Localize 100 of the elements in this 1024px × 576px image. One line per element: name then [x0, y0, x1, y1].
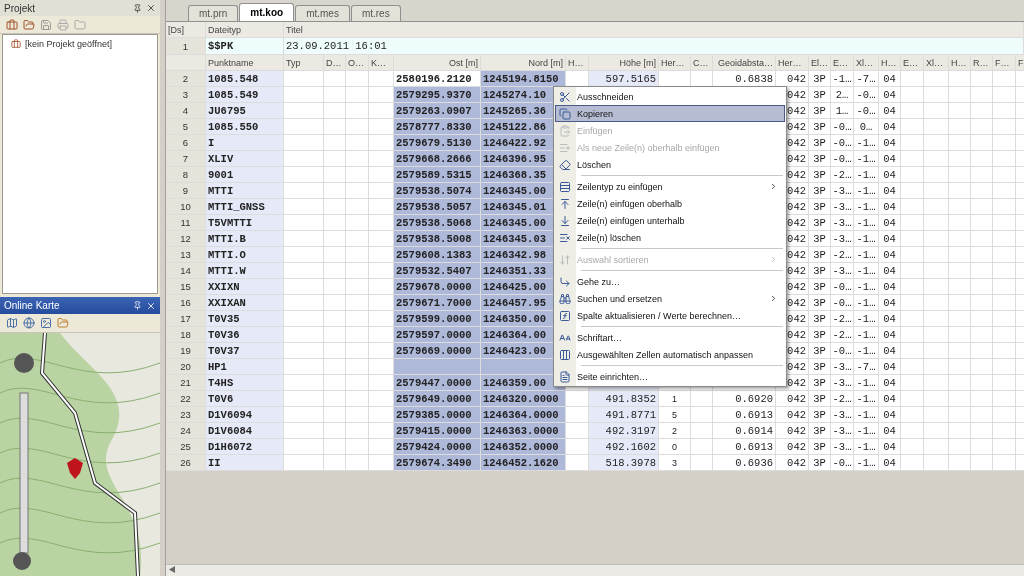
- row-number: 9: [166, 183, 206, 199]
- delete-rows-icon: [559, 231, 571, 244]
- folder-icon[interactable]: [23, 18, 35, 31]
- pin-icon[interactable]: [133, 301, 142, 310]
- table-cell: 3P: [809, 183, 831, 199]
- table-cell: 3P: [809, 327, 831, 343]
- column-header[interactable]: Nord [m]: [481, 55, 566, 71]
- font-size-icon: [559, 331, 571, 344]
- scroll-left-icon[interactable]: [169, 566, 175, 573]
- table-cell: -1…: [854, 231, 879, 247]
- folder-icon[interactable]: [57, 317, 69, 329]
- column-header[interactable]: Xl…: [924, 55, 949, 71]
- table-cell: -0…: [831, 343, 854, 359]
- column-header[interactable]: H…: [949, 55, 971, 71]
- table-cell: 1085.549: [206, 87, 284, 103]
- table-cell: 042: [776, 455, 809, 471]
- column-header[interactable]: E…: [831, 55, 854, 71]
- table-cell: D1V6084: [206, 423, 284, 439]
- save-icon[interactable]: [40, 18, 52, 31]
- table-cell: 04: [879, 263, 901, 279]
- table-cell: 2579295.9370: [394, 87, 481, 103]
- table-cell: -2…: [831, 247, 854, 263]
- file-tab[interactable]: mt.mes: [295, 5, 350, 21]
- globe-icon[interactable]: [23, 317, 35, 329]
- close-icon[interactable]: [146, 3, 156, 14]
- column-header[interactable]: E…: [901, 55, 924, 71]
- table-cell: XXIXN: [206, 279, 284, 295]
- column-header[interactable]: El…: [809, 55, 831, 71]
- table-cell: -1…: [854, 407, 879, 423]
- table-cell: -0…: [831, 279, 854, 295]
- insert-below-icon: [559, 214, 571, 227]
- column-header[interactable]: Höhe [m]: [589, 55, 659, 71]
- table-cell: 0: [659, 439, 691, 455]
- table-cell: -2…: [831, 327, 854, 343]
- table-cell: -1…: [854, 423, 879, 439]
- table-cell: 04: [879, 455, 901, 471]
- printer-icon[interactable]: [57, 18, 69, 31]
- table-cell: -1…: [854, 439, 879, 455]
- table-cell: 04: [879, 215, 901, 231]
- briefcase-icon: [11, 39, 21, 50]
- column-header[interactable]: F…: [993, 55, 1016, 71]
- column-header[interactable]: Punktname: [206, 55, 284, 71]
- table-cell: 3P: [809, 247, 831, 263]
- table-cell: 3P: [809, 231, 831, 247]
- table-cell: -1…: [854, 311, 879, 327]
- column-header[interactable]: D…: [324, 55, 346, 71]
- column-header[interactable]: R…: [971, 55, 993, 71]
- column-header[interactable]: Her…: [776, 55, 809, 71]
- table-cell: 2579385.0000: [394, 407, 481, 423]
- table-cell: 0.6914: [713, 423, 776, 439]
- row-number: 2: [166, 71, 206, 87]
- table-cell: -3…: [831, 439, 854, 455]
- column-header[interactable]: K…: [369, 55, 394, 71]
- table-cell: 2579668.2666: [394, 151, 481, 167]
- column-header[interactable]: Typ: [284, 55, 324, 71]
- table-cell: 3P: [809, 135, 831, 151]
- table-cell: -1…: [854, 327, 879, 343]
- column-header[interactable]: O…: [346, 55, 369, 71]
- file-tab[interactable]: mt.res: [350, 5, 401, 21]
- table-cell: 04: [879, 87, 901, 103]
- table-cell: 04: [879, 103, 901, 119]
- column-header: Dateityp: [206, 22, 284, 38]
- row-number: 12: [166, 231, 206, 247]
- table-cell: 1085.550: [206, 119, 284, 135]
- table-cell: 2579669.0000: [394, 343, 481, 359]
- table-cell: 2580196.2120: [394, 71, 481, 87]
- table-cell: -7…: [854, 359, 879, 375]
- table-cell: 04: [879, 359, 901, 375]
- file-tab[interactable]: mt.prn: [188, 5, 239, 21]
- image-icon[interactable]: [40, 317, 52, 329]
- column-header[interactable]: Ost [m]: [394, 55, 481, 71]
- table-cell: -1…: [854, 455, 879, 471]
- column-header[interactable]: Geoidabsta…: [713, 55, 776, 71]
- map-icon[interactable]: [6, 317, 18, 329]
- table-cell: -1…: [854, 375, 879, 391]
- row-number: 18: [166, 327, 206, 343]
- row-number: 13: [166, 247, 206, 263]
- briefcase-icon[interactable]: [6, 18, 18, 31]
- close-icon[interactable]: [146, 300, 156, 311]
- column-header[interactable]: H…: [566, 55, 589, 71]
- table-cell: 2579597.0000: [394, 327, 481, 343]
- file-tab[interactable]: mt.koo: [239, 3, 295, 21]
- panel-title: Online Karte: [4, 300, 60, 311]
- column-header[interactable]: F: [1016, 55, 1024, 71]
- row-number: 26: [166, 455, 206, 471]
- row-number: 20: [166, 359, 206, 375]
- table-cell: 04: [879, 295, 901, 311]
- column-header[interactable]: C…: [691, 55, 713, 71]
- table-cell: -1…: [854, 343, 879, 359]
- column-header[interactable]: Her…: [659, 55, 691, 71]
- table-cell: 2579532.5407: [394, 263, 481, 279]
- table-cell: XLIV: [206, 151, 284, 167]
- table-cell: -1…: [854, 279, 879, 295]
- column-header[interactable]: H…: [879, 55, 901, 71]
- table-cell: -0…: [831, 135, 854, 151]
- column-header[interactable]: Xl…: [854, 55, 879, 71]
- pin-icon[interactable]: [133, 3, 142, 13]
- tree-item[interactable]: [kein Projekt geöffnet]: [25, 39, 112, 50]
- horizontal-scrollbar[interactable]: [166, 564, 1024, 576]
- menu-item[interactable]: Kopieren: [555, 105, 785, 122]
